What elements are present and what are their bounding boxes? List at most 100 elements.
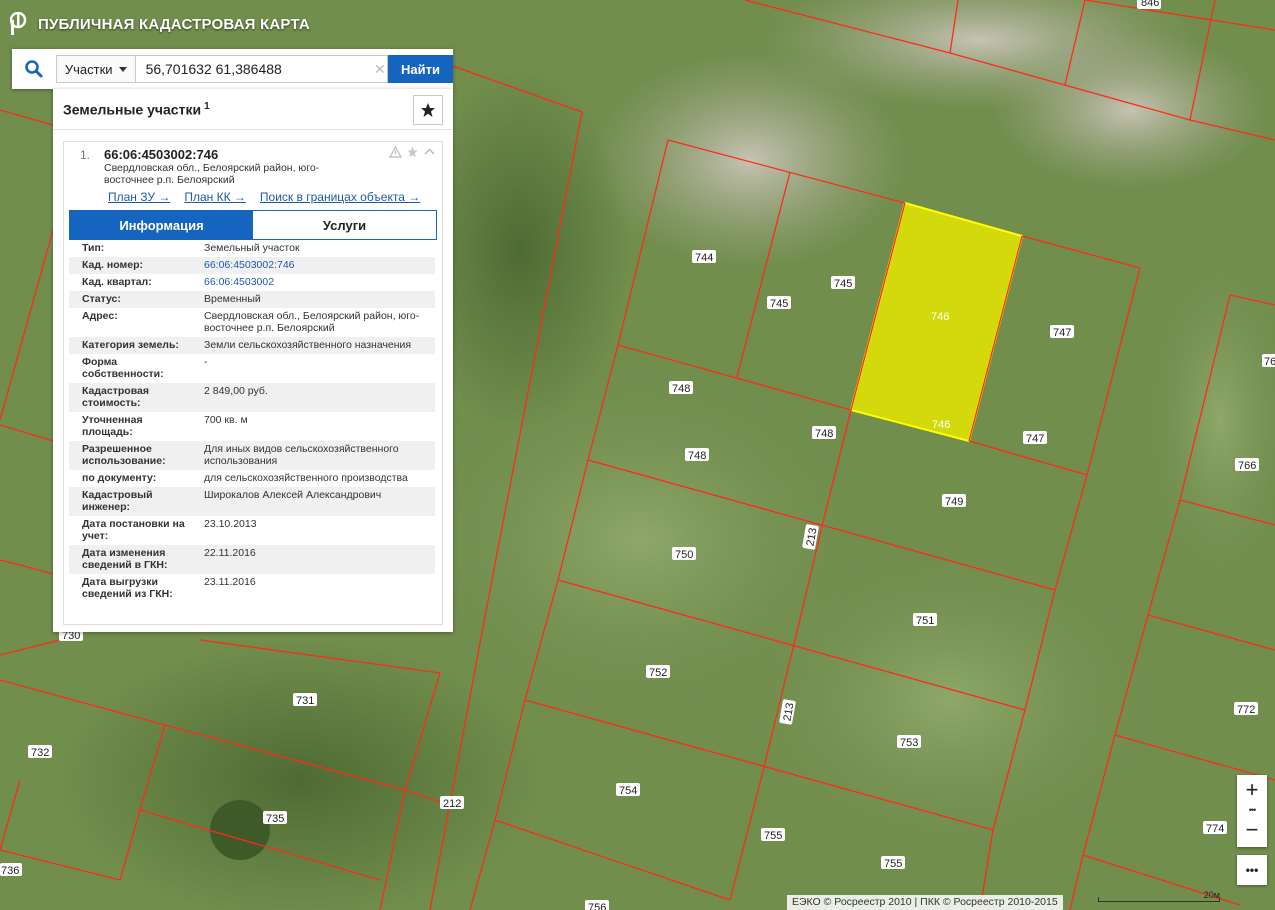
parcel-label-text: 76 [1264,356,1275,368]
info-row: Тип: Земельный участок [69,240,435,257]
search-type-label: Участки [64,61,113,77]
info-key: Кад. квартал: [82,276,152,288]
parcel-label[interactable]: 732 [28,745,52,759]
result-index: 1. [80,148,91,162]
parcel-label[interactable]: 846 [1137,0,1161,9]
parcel-label[interactable]: 756 [585,900,609,910]
parcel-label[interactable]: 745 [767,296,791,310]
parcel-label[interactable]: 751 [913,613,937,627]
zoom-out-button[interactable]: − [1237,815,1267,845]
info-row: по документу: для сельскохозяйственного п… [69,470,435,487]
info-key: Дата постановки на учет: [82,518,185,542]
find-button[interactable]: Найти [388,55,453,83]
aerial-patch [210,800,270,860]
info-key: Кадастровый инженер: [69,487,194,516]
warning-icon[interactable] [389,146,402,158]
parcel-label[interactable]: 754 [616,783,640,797]
aerial-patch [710,520,1190,880]
parcel-label[interactable]: 747 [1050,325,1074,339]
search-input[interactable] [134,55,389,83]
search-icon[interactable] [12,49,56,89]
parcel-label[interactable]: 736 [0,863,22,877]
rosreestr-logo-icon[interactable] [9,11,30,36]
more-tools-button[interactable]: ••• [1237,855,1267,885]
parcel-label[interactable]: 774 [1203,821,1227,835]
parcel-label[interactable]: 747 [1023,431,1047,445]
info-row: Кадастровая стоимость: 2 849,00 руб. [69,383,435,412]
card-actions [389,146,436,158]
info-value: Земли сельскохозяйственного назначения [194,337,435,354]
search-bounds-link[interactable]: Поиск в границах объекта → [260,190,420,204]
info-row: Кад. квартал: 66:06:4503002 [69,274,435,291]
parcel-label[interactable]: 748 [669,381,693,395]
info-row: Разрешенное использование: Для иных видов… [69,441,435,470]
parcel-label[interactable]: 755 [881,856,905,870]
results-panel: Земельные участки 1 1. 66:06:4503002:746 … [53,89,453,632]
parcel-label-text: 772 [1237,704,1255,716]
parcel-label[interactable]: 735 [263,811,287,825]
parcel-label[interactable]: 212 [440,796,464,810]
result-address: Свердловская обл., Белоярский район, юго… [104,162,320,186]
parcel-label-text: 212 [443,798,461,810]
parcel-label[interactable]: 752 [646,665,670,679]
parcel-label[interactable]: 745 [831,276,855,290]
info-value[interactable]: 66:06:4503002:746 [194,257,435,274]
parcel-label[interactable]: 753 [897,735,921,749]
parcel-label-text: 774 [1206,823,1224,835]
parcel-label-text: 753 [900,737,918,749]
parcel-label[interactable]: 748 [812,426,836,440]
info-row: Кадастровый инженер: Широкалов Алексей Ал… [69,487,435,516]
clear-icon[interactable]: ✕ [374,61,386,78]
info-value: 23.11.2016 [204,576,256,588]
parcel-label-text: 746 [932,419,950,431]
zoom-control: + ••• − [1237,775,1267,847]
parcel-label-text: 736 [1,865,19,877]
chevron-down-icon [118,66,127,72]
parcel-label[interactable]: 731 [293,693,317,707]
parcel-label[interactable]: 746 [932,419,950,431]
search-type-select[interactable]: Участки [55,55,135,83]
info-value: для сельскохозяйственного производства [204,472,408,484]
info-value: - [204,356,208,368]
info-value[interactable]: 66:06:4503002 [194,274,435,291]
parcel-label-text: 756 [588,902,606,910]
info-row: Статус: Временный [69,291,435,308]
info-value: 700 кв. м [204,414,248,426]
info-key: Дата выгрузки сведений из ГКН: [82,576,173,600]
parcel-label[interactable]: 766 [1235,458,1259,472]
info-value: 22.11.2016 [194,545,435,574]
map-attribution: ЕЭКО © Росреестр 2010 | ПКК © Росреестр … [787,895,1063,910]
parcel-label[interactable]: 750 [672,547,696,561]
parcel-label[interactable]: 746 [931,311,949,323]
aerial-patch [990,30,1270,190]
parcel-label-text: 749 [945,496,963,508]
zoom-level-indicator[interactable]: ••• [1237,805,1267,815]
result-cad-number[interactable]: 66:06:4503002:746 [104,147,218,162]
info-value: Широкалов Алексей Александрович [194,487,435,516]
parcel-label-text: 846 [1141,0,1159,9]
result-tabs: Информация Услуги [69,210,437,240]
parcel-label[interactable]: 748 [685,448,709,462]
plan-zu-link[interactable]: План ЗУ → [108,190,170,204]
results-title-text: Земельные участки [63,101,202,118]
info-row: Кад. номер: 66:06:4503002:746 [69,257,435,274]
parcel-label[interactable]: 744 [692,250,716,264]
parcel-label[interactable]: 755 [761,828,785,842]
tab-services[interactable]: Услуги [253,211,436,239]
favorites-button[interactable] [413,95,443,125]
result-links: План ЗУ → План КК → Поиск в границах объ… [108,190,420,204]
info-key: по документу: [82,472,157,484]
info-key: Форма собственности: [82,356,164,380]
tab-information[interactable]: Информация [70,211,253,239]
parcel-label-text: 748 [672,383,690,395]
parcel-label[interactable]: 76 [1262,354,1275,368]
info-key: Категория земель: [69,337,194,354]
parcel-label[interactable]: 772 [1234,702,1258,716]
zoom-in-button[interactable]: + [1237,775,1267,805]
aerial-patch [60,640,540,910]
plan-kk-link[interactable]: План КК → [184,190,246,204]
star-icon[interactable] [406,146,419,158]
chevron-up-icon[interactable] [423,146,436,158]
parcel-label-text: 735 [266,813,284,825]
parcel-label[interactable]: 749 [942,494,966,508]
